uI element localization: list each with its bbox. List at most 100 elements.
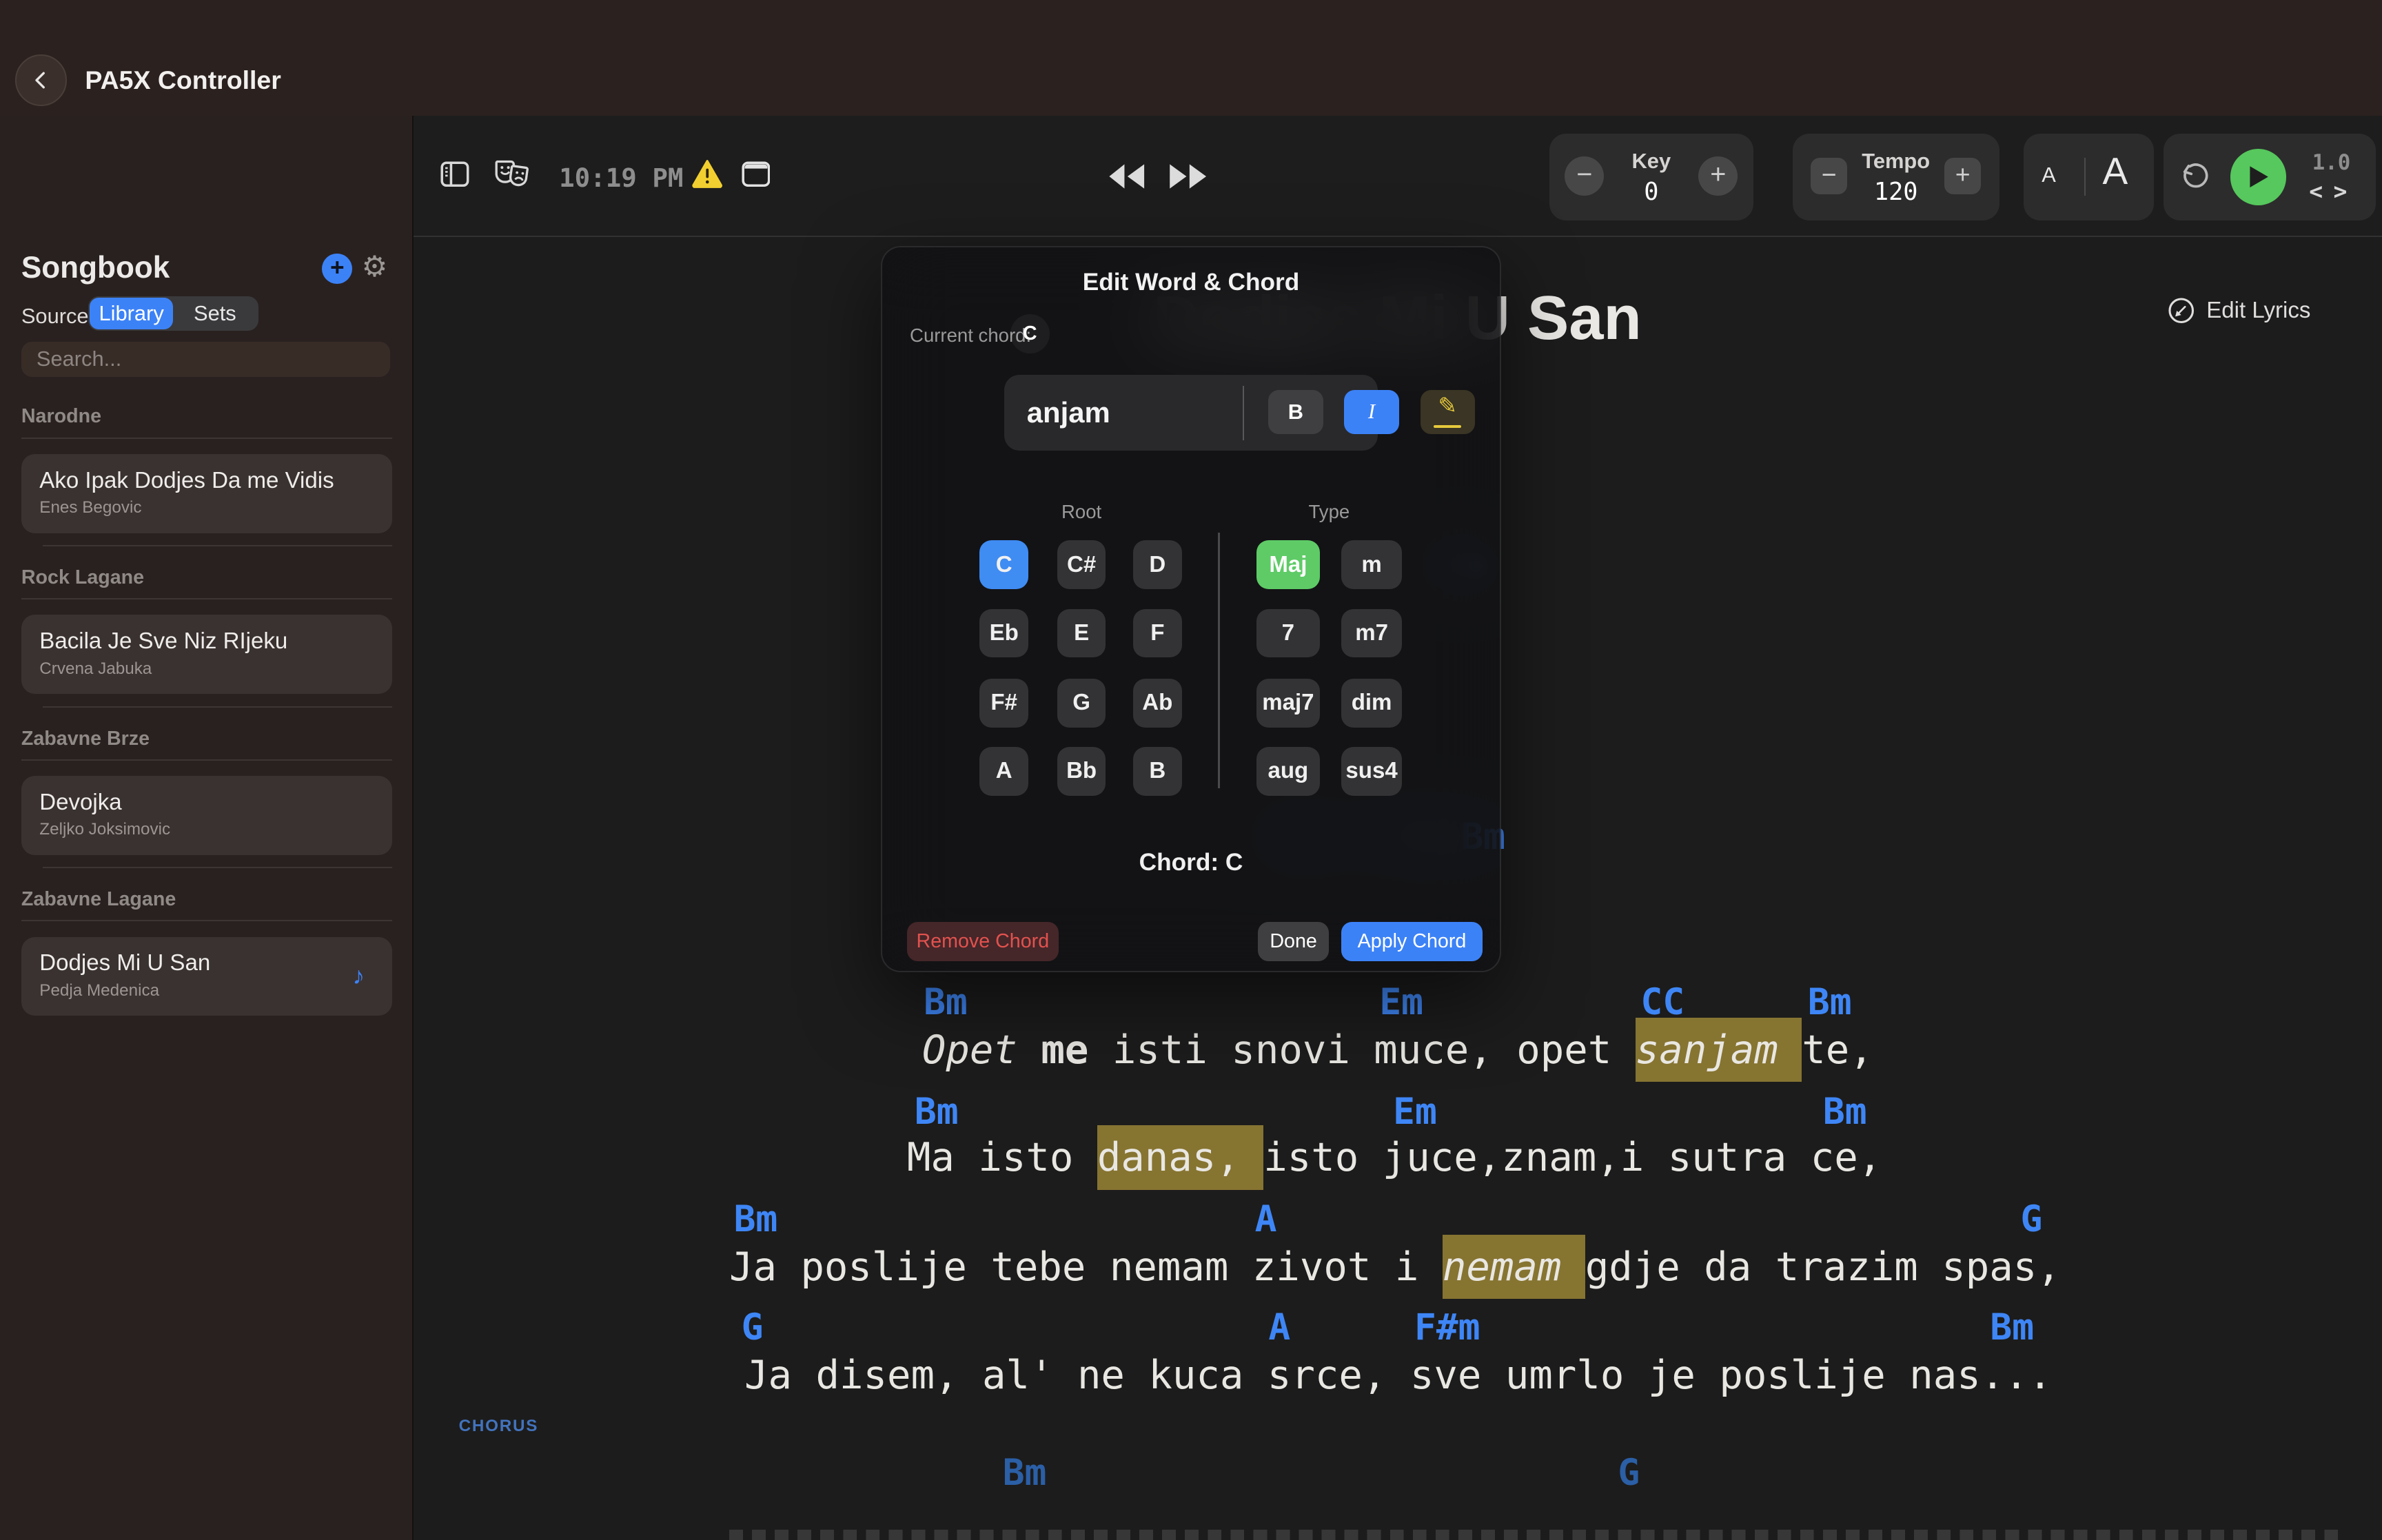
key-control: − Key 0 +: [1549, 134, 1753, 220]
section-divider: [21, 759, 392, 761]
play-icon: [2247, 165, 2270, 189]
section-divider: [21, 438, 392, 439]
tempo-plus-button[interactable]: +: [1944, 158, 1981, 194]
speed-up-button[interactable]: >: [2334, 178, 2358, 205]
edit-lyrics-button[interactable]: Edit Lyrics: [2168, 298, 2310, 324]
song-card[interactable]: Bacila Je Sve Niz RIjeku Crvena Jabuka: [21, 615, 392, 694]
song-card-title: Bacila Je Sve Niz RIjeku: [39, 628, 374, 655]
sidebar-section: Zabavne BrzeDevojkaZeljko Joksimovic: [0, 728, 414, 869]
restart-icon[interactable]: [2179, 161, 2210, 193]
sidebar-section: Rock Lagane Bacila Je Sve Niz RIjeku Crven…: [0, 566, 414, 708]
root-button-eb[interactable]: Eb: [979, 609, 1028, 658]
clock-display: 10:19 PM: [559, 163, 683, 193]
done-button[interactable]: Done: [1258, 922, 1330, 961]
speed-steppers: <>: [2309, 178, 2358, 205]
sidebar-title: Songbook: [21, 251, 170, 285]
back-button[interactable]: [15, 54, 67, 106]
sidebar-section: Narodne Ako Ipak Dodjes Da me Vidis Enes B…: [0, 405, 414, 546]
fast-forward-icon[interactable]: [1168, 161, 1208, 192]
source-label: Source: [21, 304, 89, 329]
theater-masks-icon[interactable]: [493, 158, 530, 189]
song-card[interactable]: Devojka Zeljko Joksimovic: [21, 776, 392, 855]
song-card-artist: Enes Begovic: [39, 498, 374, 517]
playback-control: 1.0 <>: [2164, 134, 2376, 220]
root-button-f#[interactable]: F#: [979, 679, 1028, 728]
sidebar-section: Zabavne Lagane Dodjes Mi U SanPedja Meden…: [0, 888, 414, 1016]
song-card-artist: Crvena Jabuka: [39, 659, 374, 679]
type-button-maj7[interactable]: maj7: [1256, 679, 1321, 728]
font-smaller-button[interactable]: A: [2042, 163, 2056, 187]
remove-chord-button[interactable]: Remove Chord: [907, 922, 1059, 961]
song-card[interactable]: Dodjes Mi U SanPedja Medenica♪: [21, 937, 392, 1016]
edit-lyrics-label: Edit Lyrics: [2206, 298, 2310, 324]
music-note-icon: ♪: [352, 963, 365, 990]
word-format-panel: anjam B I ✎: [1004, 375, 1378, 451]
root-button-bb[interactable]: Bb: [1057, 747, 1106, 796]
root-button-a[interactable]: A: [979, 747, 1028, 796]
song-card-title: Dodjes Mi U San: [39, 950, 374, 976]
app-title: PA5X Controller: [85, 65, 281, 95]
type-label: Type: [1256, 501, 1403, 523]
song-card-artist: Zeljko Joksimovic: [39, 820, 374, 839]
song-list: Narodne Ako Ipak Dodjes Da me Vidis Enes B…: [0, 386, 414, 1016]
current-chord-value: C: [1010, 314, 1050, 353]
source-segmented-control: Library Sets: [88, 296, 258, 331]
root-button-c[interactable]: C: [979, 540, 1028, 589]
display-window-icon[interactable]: [742, 161, 771, 187]
speed-down-button[interactable]: <: [2309, 178, 2333, 205]
section-divider: [21, 920, 392, 921]
type-button-maj[interactable]: Maj: [1256, 540, 1321, 589]
tempo-control: − Tempo 120 +: [1793, 134, 1999, 220]
font-larger-button[interactable]: A: [2102, 149, 2128, 193]
apply-chord-button[interactable]: Apply Chord: [1341, 922, 1483, 961]
rewind-icon[interactable]: [1106, 161, 1146, 192]
song-card[interactable]: Ako Ipak Dodjes Da me Vidis Enes Begovic: [21, 454, 392, 533]
pencil-underline: [1434, 425, 1461, 428]
song-card-title: Devojka: [39, 790, 374, 816]
song-card-title: Ako Ipak Dodjes Da me Vidis: [39, 468, 374, 494]
root-button-f[interactable]: F: [1133, 609, 1182, 658]
divider: [2084, 158, 2086, 196]
section-label: Rock Lagane: [21, 566, 392, 589]
root-button-c#[interactable]: C#: [1057, 540, 1106, 589]
edit-word-chord-modal: Edit Word & Chord Current chord: C anjam…: [881, 246, 1500, 972]
modal-title: Edit Word & Chord: [882, 269, 1499, 296]
root-button-b[interactable]: B: [1133, 747, 1182, 796]
type-button-sus4[interactable]: sus4: [1341, 747, 1402, 796]
type-button-aug[interactable]: aug: [1256, 747, 1321, 796]
tab-library[interactable]: Library: [90, 298, 173, 329]
divider: [1218, 533, 1219, 788]
chevron-left-icon: [30, 70, 52, 91]
warning-icon[interactable]: [691, 159, 723, 188]
type-button-m7[interactable]: m7: [1341, 609, 1402, 658]
section-label: Narodne: [21, 405, 392, 428]
bold-button[interactable]: B: [1268, 390, 1323, 434]
clipped-lyric-line: [729, 1530, 2343, 1540]
card-divider: [43, 545, 392, 546]
word-being-edited: anjam: [1027, 396, 1110, 429]
type-button-dim[interactable]: dim: [1341, 679, 1402, 728]
chorus-section-label: CHORUS: [459, 1417, 539, 1436]
root-button-g[interactable]: G: [1057, 679, 1106, 728]
root-label: Root: [979, 501, 1183, 523]
songbook-sidebar: Songbook + ⚙ Source Library Sets Narodne…: [0, 116, 414, 1540]
root-button-ab[interactable]: Ab: [1133, 679, 1182, 728]
gear-icon[interactable]: ⚙: [362, 249, 388, 285]
divider: [1243, 386, 1244, 440]
root-button-e[interactable]: E: [1057, 609, 1106, 658]
card-divider: [43, 867, 392, 868]
chord-preview: Chord: C: [882, 849, 1499, 876]
sidebar-toggle-icon[interactable]: [440, 161, 469, 187]
tab-sets[interactable]: Sets: [173, 298, 256, 329]
root-button-d[interactable]: D: [1133, 540, 1182, 589]
section-label: Zabavne Lagane: [21, 888, 392, 911]
search-input[interactable]: [21, 342, 391, 377]
main-toolbar: 10:19 PM − Key 0 + − Tempo 120 + A A: [414, 116, 2382, 237]
play-button[interactable]: [2230, 149, 2287, 205]
edit-word-button[interactable]: ✎: [1421, 390, 1475, 434]
italic-button[interactable]: I: [1344, 390, 1398, 434]
type-button-7[interactable]: 7: [1256, 609, 1321, 658]
add-song-button[interactable]: +: [322, 254, 352, 284]
pa5x-controller-app: PA5X Controller Songbook + ⚙ Source Libr…: [0, 0, 2382, 1540]
type-button-m[interactable]: m: [1341, 540, 1402, 589]
